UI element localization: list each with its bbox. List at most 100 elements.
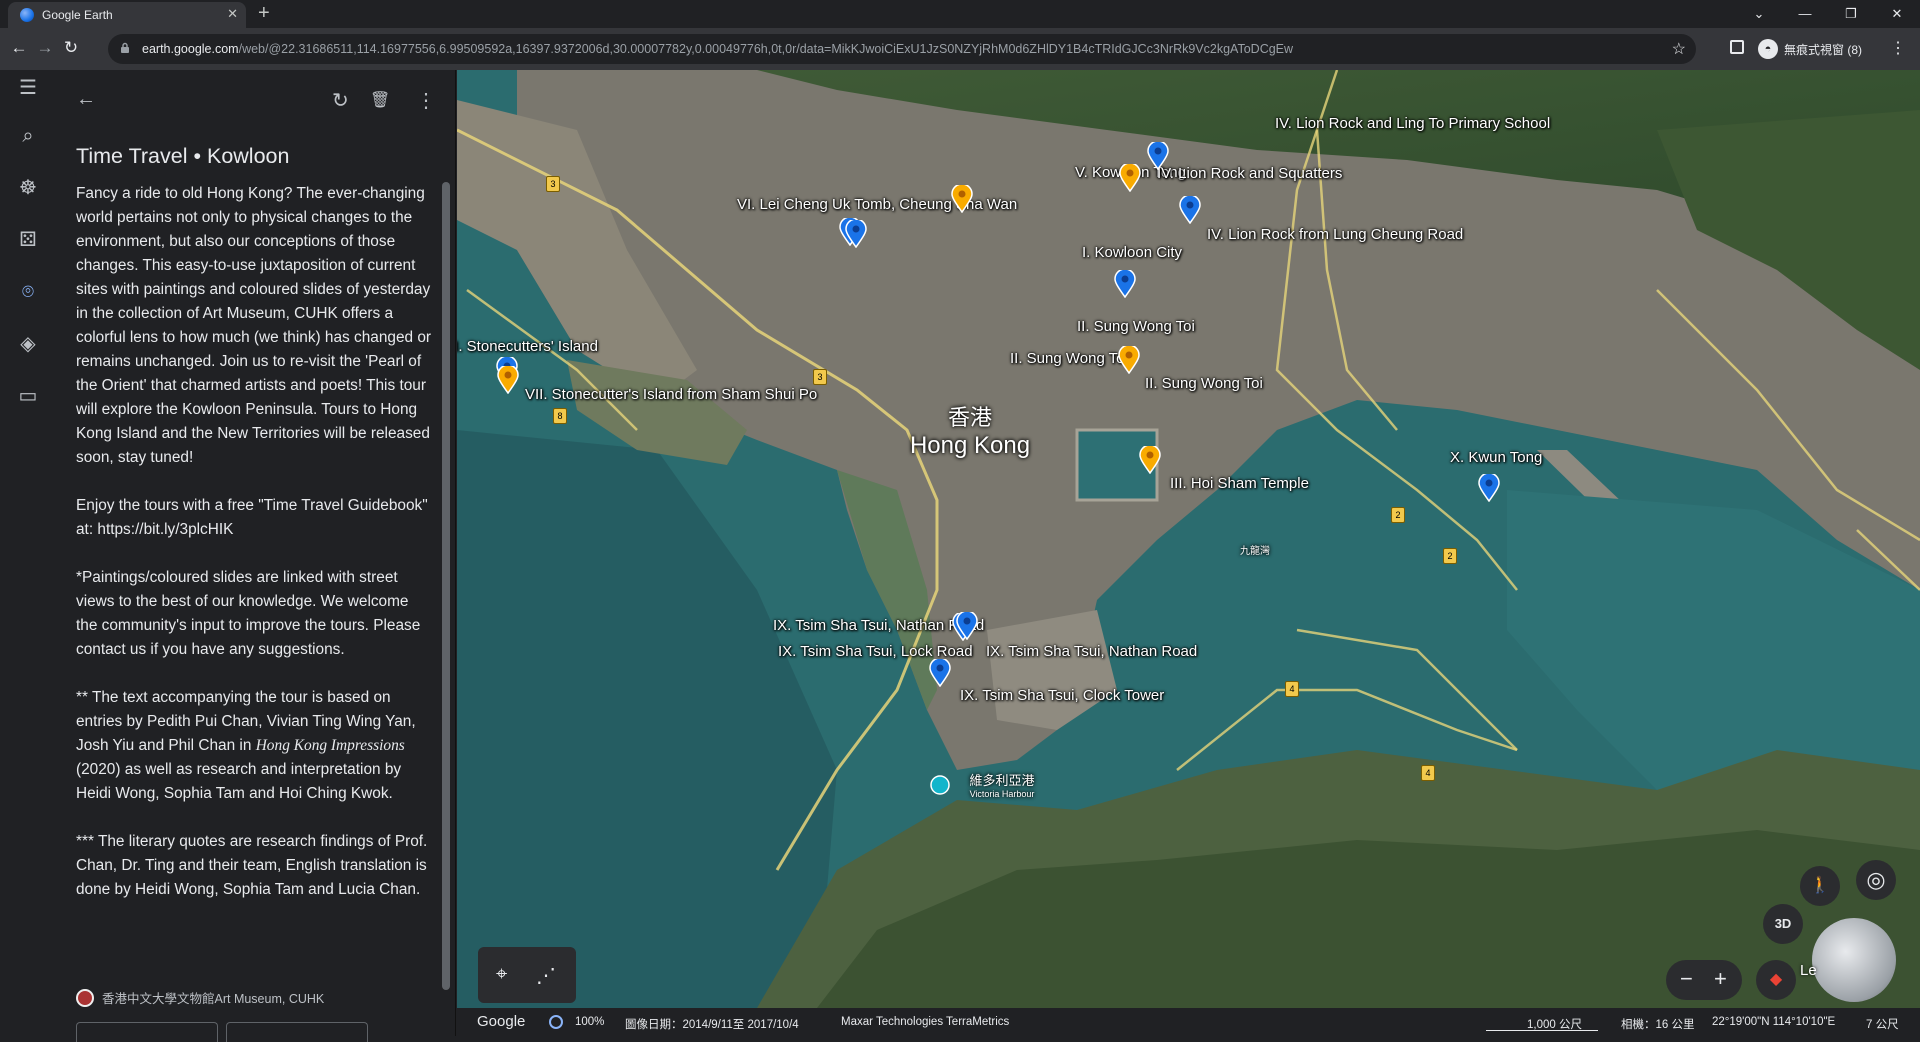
url-text: earth.google.com/web/@22.31686511,114.16… [142,42,1293,56]
projects-icon[interactable]: ⌾ [14,278,42,306]
street-view-pegman-icon[interactable]: 🚶 [1800,866,1840,906]
map-label[interactable]: VI. Lei Cheng Uk Tomb, Cheung Sha Wan [737,196,1017,213]
park-poi-icon[interactable] [929,774,951,802]
scale-bar [1486,1030,1598,1031]
blue-placemark-icon[interactable] [1114,270,1136,298]
compass-icon[interactable]: ◆ [1756,960,1796,1000]
yellow-placemark-icon[interactable] [951,185,973,213]
guidebook-paragraph: Enjoy the tours with a free "Time Travel… [76,497,428,538]
map-label[interactable]: III. Hoi Sham Temple [1170,475,1309,492]
draw-path-icon[interactable]: ⋰ [536,963,556,988]
blue-placemark-icon[interactable] [1179,196,1201,224]
tab-search-icon[interactable]: ⌄ [1736,0,1782,28]
disclaimer-paragraph: *Paintings/coloured slides are linked wi… [76,569,421,658]
zoom-in-button[interactable]: + [1714,966,1727,992]
address-bar[interactable]: earth.google.com/web/@22.31686511,114.16… [108,34,1696,64]
map-label[interactable]: II. Sung Wong Toi [1077,318,1195,335]
lock-icon[interactable] [120,42,130,53]
back-button[interactable]: ← [8,38,30,58]
globe-label: Le [1800,962,1817,979]
panel-header: ← ↻ 🗑 ⋮ [56,70,456,134]
map-label[interactable]: II. Sung Wong Toi [1145,375,1263,392]
forward-button[interactable]: → [34,38,56,58]
back-arrow-icon[interactable]: ← [76,88,96,111]
close-window-button[interactable]: ✕ [1874,0,1920,28]
restore-button[interactable]: ❐ [1828,0,1874,28]
url-path: /web/@22.31686511,114.16977556,6.9950959… [238,42,1294,56]
project-title: Time Travel • Kowloon [76,144,290,168]
earth-nav-rail: ☰ ⌕ ☸ ⚄ ⌾ ◈ ▭ [0,70,56,1036]
map-style-icon[interactable]: ◈ [14,330,42,358]
browser-tab-strip: Google Earth ✕ + ⌄ — ❐ ✕ [0,0,1920,28]
more-options-icon[interactable]: ⋮ [416,88,436,113]
present-button[interactable] [76,1022,218,1042]
measure-icon[interactable]: ▭ [14,382,42,410]
menu-icon[interactable]: ☰ [14,74,42,102]
quotes-paragraph: *** The literary quotes are research fin… [76,833,428,898]
route-shield: 8 [553,408,567,424]
museum-logo-icon [76,988,94,1007]
satellite-map[interactable]: IV. Lion Rock and Ling To Primary School… [457,70,1920,1008]
reload-button[interactable]: ↻ [60,38,82,58]
map-label[interactable]: VII. Stonecutters' Island [457,338,598,355]
incognito-indicator[interactable]: ◓ 無痕式視窗 (8) [1758,35,1862,63]
map-label[interactable]: II. Sung Wong Toi [1010,350,1128,367]
project-panel: ← ↻ 🗑 ⋮ Time Travel • Kowloon Fancy a ri… [56,70,456,1042]
tab-close-icon[interactable]: ✕ [227,6,238,22]
zoom-out-button[interactable]: − [1680,966,1693,992]
credits-text-b: (2020) as well as research and interpret… [76,761,402,802]
yellow-placemark-icon[interactable] [497,366,519,394]
minimize-button[interactable]: — [1782,0,1828,28]
map-label[interactable]: VII. Stonecutter's Island from Sham Shui… [525,386,817,403]
browser-tab[interactable]: Google Earth ✕ [8,2,246,28]
map-label[interactable]: IX. Tsim Sha Tsui, Lock Road [778,643,973,660]
url-host: earth.google.com [142,42,239,56]
map-label[interactable]: IX. Tsim Sha Tsui, Clock Tower [960,687,1164,704]
map-label[interactable]: I. Kowloon City [1082,244,1182,261]
bay-label: 九龍灣 [1240,546,1270,557]
map-label[interactable]: IV. Lion Rock and Squatters [1157,165,1342,182]
refresh-icon[interactable]: ↻ [332,88,349,113]
my-location-icon[interactable]: ◎ [1856,860,1896,900]
incognito-icon: ◓ [1758,39,1778,59]
bookmark-star-icon[interactable]: ☆ [1672,39,1686,59]
blue-placemark-icon[interactable] [929,659,951,687]
route-shield: 2 [1391,507,1405,523]
map-label[interactable]: X. Kwun Tong [1450,449,1542,466]
imagery-providers[interactable]: Maxar Technologies TerraMetrics [841,1016,1009,1028]
search-icon[interactable]: ⌕ [14,122,42,150]
city-name-zh: 香港 [947,405,992,430]
google-logo: Google [477,1013,526,1030]
share-button[interactable] [226,1022,368,1042]
yellow-placemark-icon[interactable] [1118,346,1140,374]
credits-paragraph: ** The text accompanying the tour is bas… [76,686,434,806]
city-name-en: Hong Kong [909,432,1031,459]
route-shield: 2 [1443,548,1457,564]
panel-scrollbar[interactable] [442,182,450,990]
blue-placemark-icon[interactable] [845,220,867,248]
delete-icon[interactable]: 🗑 [370,90,390,110]
browser-toolbar: ← → ↻ earth.google.com/web/@22.31686511,… [0,28,1920,70]
map-label[interactable]: IV. Lion Rock and Ling To Primary School [1275,115,1550,132]
mini-globe-icon[interactable] [1812,918,1896,1002]
feeling-lucky-icon[interactable]: ⚄ [14,226,42,254]
blue-placemark-icon[interactable] [1147,142,1169,170]
3d-toggle-button[interactable]: 3D [1763,904,1803,944]
blue-placemark-icon[interactable] [1478,474,1500,502]
browser-menu-icon[interactable]: ⋮ [1890,38,1906,58]
loading-ring-icon [549,1015,563,1029]
map-label[interactable]: IX. Tsim Sha Tsui, Nathan Road [986,643,1197,660]
coordinates: 22°19'00"N 114°10'10"E [1712,1016,1836,1028]
yellow-placemark-icon[interactable] [1139,446,1161,474]
add-placemark-icon[interactable]: ⌖ [496,963,507,986]
voyager-icon[interactable]: ☸ [14,174,42,202]
harbour-name-zh: 維多利亞港 [969,773,1035,788]
new-tab-button[interactable]: + [258,3,270,23]
side-panel-icon[interactable] [1730,40,1744,54]
blue-placemark-icon[interactable] [956,612,978,640]
drawing-tools: ⌖ ⋰ [478,947,576,1003]
panel-action-buttons [76,1022,368,1042]
book-title: Hong Kong Impressions [255,737,405,754]
map-label[interactable]: IV. Lion Rock from Lung Cheung Road [1207,226,1463,243]
yellow-placemark-icon[interactable] [1119,164,1141,192]
